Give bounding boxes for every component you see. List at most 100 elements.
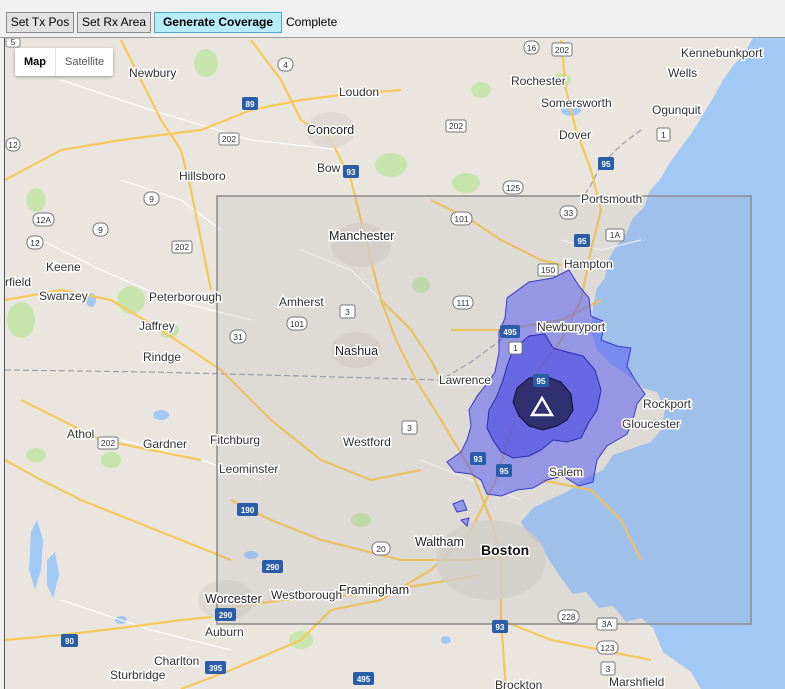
route-shield: 395 [205, 661, 226, 674]
svg-text:202: 202 [175, 242, 189, 252]
route-shield: 202 [218, 132, 240, 146]
route-shield: 95 [598, 157, 614, 170]
route-shield: 202 [445, 119, 467, 133]
svg-text:95: 95 [500, 467, 509, 476]
place-label: Bow [317, 161, 341, 175]
place-label: Kennebunkport [681, 46, 763, 60]
place-label: Somersworth [541, 96, 612, 110]
route-shield: 1 [508, 341, 523, 355]
place-label: Salem [549, 465, 583, 479]
svg-text:1: 1 [513, 343, 518, 353]
route-shield: 101 [287, 317, 307, 330]
svg-text:125: 125 [506, 183, 520, 193]
svg-text:290: 290 [266, 563, 280, 572]
route-shield: 228 [557, 609, 580, 624]
route-shield: 5 [5, 38, 21, 48]
svg-text:9: 9 [98, 225, 103, 235]
route-shield: 9 [143, 191, 160, 206]
set-tx-pos-button[interactable]: Set Tx Pos [6, 12, 74, 33]
route-shield: 12 [26, 235, 44, 250]
svg-text:1A: 1A [610, 230, 621, 240]
place-label: Boston [481, 542, 529, 558]
map-type-control: Map Satellite [15, 48, 114, 76]
map-type-map-button[interactable]: Map [15, 48, 55, 76]
route-shield: 1 [656, 127, 671, 142]
svg-text:202: 202 [222, 134, 236, 144]
place-label: Peterborough [149, 290, 222, 304]
route-shield: 4 [277, 57, 294, 72]
place-label: Westborough [271, 588, 342, 602]
place-label: Rockport [643, 397, 692, 411]
place-label: Lawrence [439, 373, 491, 387]
place-label: Hampton [564, 257, 613, 271]
svg-text:150: 150 [541, 265, 555, 275]
route-shield: 111 [452, 295, 474, 310]
svg-text:190: 190 [241, 506, 255, 515]
svg-text:3: 3 [606, 664, 611, 674]
route-shield: 12 [5, 137, 21, 152]
route-shield: 125 [502, 180, 524, 195]
svg-text:93: 93 [474, 455, 483, 464]
route-shield: 202 [551, 42, 573, 57]
svg-text:3: 3 [345, 307, 350, 317]
generate-coverage-button[interactable]: Generate Coverage [154, 12, 282, 33]
route-shield: 31 [229, 329, 247, 344]
route-shield: 3 [600, 661, 616, 676]
place-label: Ogunquit [652, 103, 701, 117]
place-label: Charlton [154, 654, 199, 668]
route-shield: 3 [401, 420, 418, 435]
svg-text:33: 33 [564, 208, 574, 218]
place-label: rfield [5, 275, 31, 289]
place-label: Westford [343, 435, 391, 449]
svg-text:495: 495 [503, 328, 517, 337]
route-shield: 12A [32, 212, 55, 227]
svg-text:3A: 3A [602, 619, 613, 629]
route-shield: 290 [215, 608, 236, 621]
map-view[interactable]: 5 4 16 202 89 202 202 95 1 93 9 12A 9 20… [4, 38, 785, 689]
place-label: Jaffrey [139, 319, 175, 333]
place-label: Auburn [205, 625, 244, 639]
svg-text:1: 1 [661, 130, 666, 140]
route-shield: 495 [353, 672, 374, 685]
status-text: Complete [286, 15, 338, 29]
svg-text:290: 290 [219, 611, 233, 620]
place-label: Concord [307, 123, 354, 137]
set-rx-area-button[interactable]: Set Rx Area [77, 12, 151, 33]
place-label: Loudon [339, 85, 379, 99]
route-shield: 3 [339, 304, 356, 319]
svg-text:16: 16 [527, 43, 537, 53]
route-shield: 95 [496, 464, 512, 477]
place-label: Sturbridge [110, 668, 166, 682]
place-label: Hillsboro [179, 169, 226, 183]
route-shield: 202 [171, 240, 193, 254]
map-canvas[interactable]: 5 4 16 202 89 202 202 95 1 93 9 12A 9 20… [5, 38, 785, 689]
svg-text:101: 101 [454, 214, 468, 224]
route-shield: 190 [237, 503, 258, 516]
route-shield: 95 [574, 234, 590, 247]
route-shield: 93 [343, 165, 359, 178]
svg-text:4: 4 [283, 60, 288, 70]
svg-text:202: 202 [449, 121, 463, 131]
svg-text:89: 89 [246, 100, 255, 109]
place-label: Worcester [205, 592, 262, 606]
svg-text:93: 93 [347, 168, 356, 177]
place-label: Athol [67, 427, 94, 441]
place-label: Framingham [339, 583, 409, 597]
place-label: Rindge [143, 350, 181, 364]
route-shield: 93 [492, 620, 508, 633]
svg-text:31: 31 [233, 332, 243, 342]
map-type-satellite-button[interactable]: Satellite [55, 48, 113, 76]
toolbar: Set Tx Pos Set Rx Area Generate Coverage… [0, 0, 785, 38]
place-label: Brockton [495, 678, 542, 689]
svg-text:202: 202 [555, 45, 569, 55]
route-shield: 1A [605, 228, 625, 242]
route-shield: 101 [450, 211, 473, 226]
svg-text:95: 95 [602, 160, 611, 169]
place-label: Wells [668, 66, 697, 80]
route-shield: 3A [596, 617, 618, 631]
svg-text:12: 12 [8, 140, 18, 150]
place-label: Gardner [143, 437, 187, 451]
svg-text:228: 228 [561, 612, 575, 622]
svg-text:95: 95 [537, 377, 546, 386]
place-label: Manchester [329, 229, 394, 243]
